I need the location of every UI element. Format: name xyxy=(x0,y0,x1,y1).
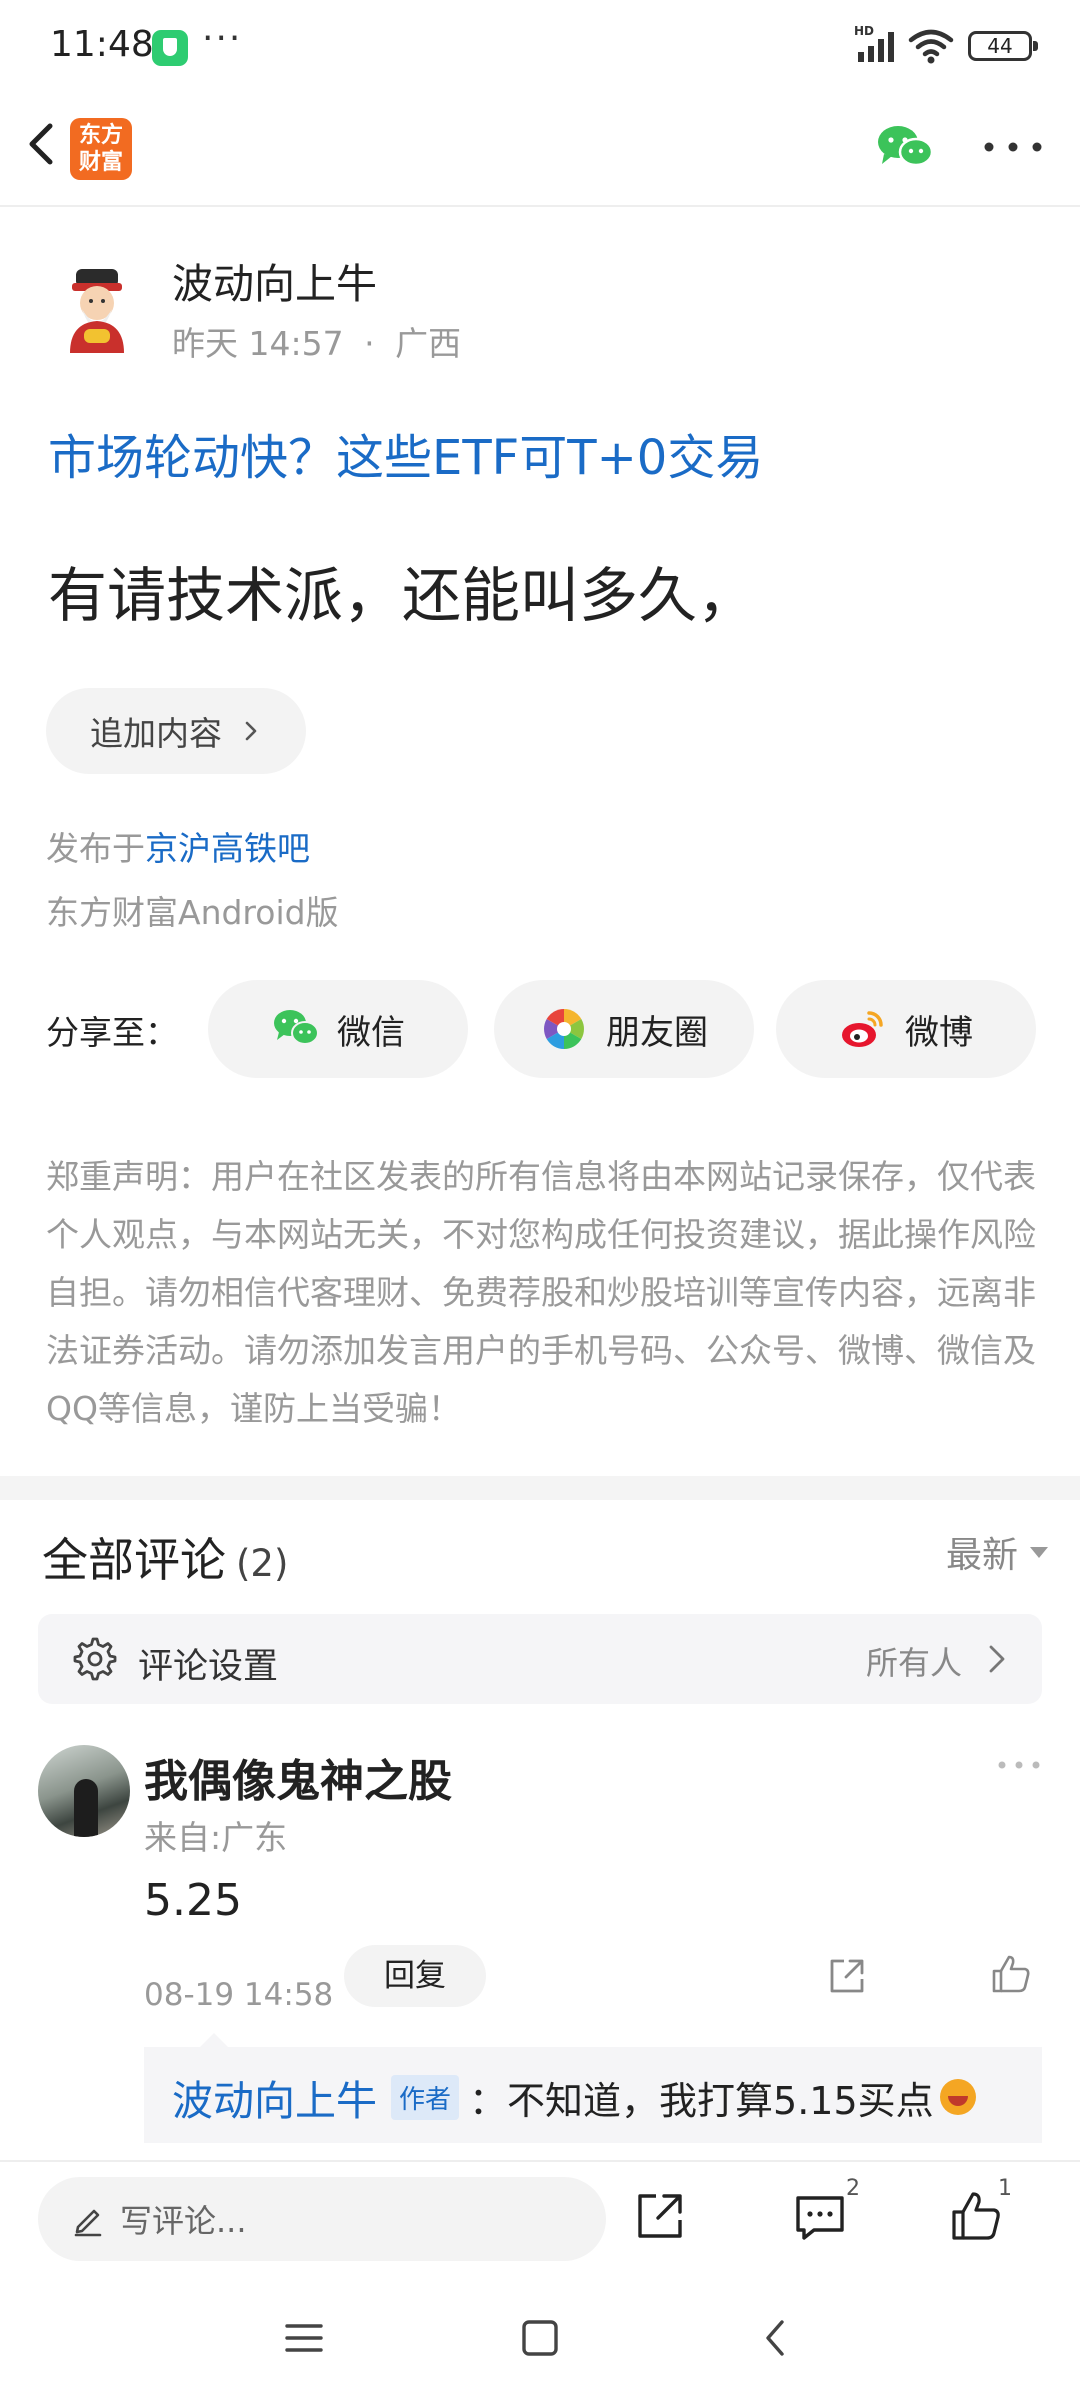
comment-icon[interactable] xyxy=(792,2188,848,2244)
status-more-indicator: ··· xyxy=(202,18,243,59)
chevron-right-icon xyxy=(245,721,257,741)
author-name[interactable]: 波动向上牛 xyxy=(172,250,377,310)
author-reply-line: 波动向上牛 作者 ：不知道，我打算5.15买点 xyxy=(172,2067,976,2127)
post-body-text: 有请技术派，还能叫多久， xyxy=(48,561,757,630)
append-content-button[interactable]: 追加内容 xyxy=(46,688,306,774)
author-avatar[interactable] xyxy=(56,265,138,355)
commenter-avatar[interactable] xyxy=(38,1745,130,1837)
weibo-icon xyxy=(842,1011,883,1047)
reply-button[interactable]: 回复 xyxy=(344,1945,486,2007)
like-count-badge: 1 xyxy=(998,2176,1012,2201)
comments-title-row: 全部评论 (2) xyxy=(42,1524,288,1590)
app-logo-line1: 东方 xyxy=(78,123,123,148)
share-moments-label: 朋友圈 xyxy=(606,1012,708,1053)
system-back-icon[interactable] xyxy=(756,2318,796,2358)
back-arrow-icon[interactable] xyxy=(14,114,74,174)
chevron-right-icon xyxy=(989,1645,1005,1673)
client-source: 东方财富Android版 xyxy=(46,893,339,932)
home-square-icon[interactable] xyxy=(520,2318,560,2358)
share-wechat-button[interactable]: 微信 xyxy=(208,980,468,1078)
comment-time: 08-19 14:58 xyxy=(144,1977,334,2013)
gear-icon xyxy=(73,1637,117,1681)
topic-link[interactable]: 市场轮动快？这些ETF可T+0交易 xyxy=(48,418,763,488)
share-label: 分享至： xyxy=(46,1013,178,1052)
post-author-header: 波动向上牛 昨天 14:57 · 广西 xyxy=(48,245,1048,375)
author-reply[interactable]: 波动向上牛 作者 ：不知道，我打算5.15买点 xyxy=(144,2033,1042,2143)
commenter-name[interactable]: 我偶像鬼神之股 xyxy=(144,1745,452,1809)
write-comment-input[interactable]: 写评论... xyxy=(38,2177,606,2261)
comment-settings-row[interactable]: 评论设置 所有人 xyxy=(38,1614,1042,1704)
system-navigation-bar xyxy=(0,2280,1080,2400)
sort-label: 最新 xyxy=(945,1535,1018,1576)
share-weibo-button[interactable]: 微博 xyxy=(776,980,1036,1078)
status-time: 11:48 xyxy=(50,24,154,65)
comment-settings-value: 所有人 xyxy=(865,1644,962,1682)
share-row: 分享至： 微信 朋友圈 微博 xyxy=(46,980,1046,1078)
comment-item: 我偶像鬼神之股 来自:广东 5.25 08-19 14:58 回复 波动向上牛 … xyxy=(38,1745,1042,2145)
post-time: 昨天 14:57 xyxy=(172,324,344,363)
comments-count: (2) xyxy=(236,1542,289,1585)
published-in-line: 发布于京沪高铁吧 xyxy=(46,822,310,870)
battery-indicator: 44 xyxy=(968,31,1038,61)
comment-more-icon[interactable] xyxy=(996,1759,1042,1771)
more-options-icon[interactable] xyxy=(980,132,1046,162)
reply-text: ：不知道，我打算5.15买点 xyxy=(469,2078,934,2123)
menu-icon[interactable] xyxy=(284,2318,324,2358)
write-comment-placeholder: 写评论... xyxy=(120,2202,247,2240)
bar-link[interactable]: 京沪高铁吧 xyxy=(145,829,310,868)
commenter-location: 来自:广东 xyxy=(144,1818,288,1857)
share-icon[interactable] xyxy=(632,2188,688,2244)
comments-title: 全部评论 xyxy=(42,1533,226,1587)
laughing-emoji-icon xyxy=(939,2079,976,2115)
reply-author-name[interactable]: 波动向上牛 xyxy=(172,2067,377,2127)
share-wechat-label: 微信 xyxy=(337,1012,405,1053)
wechat-share-icon[interactable] xyxy=(874,122,934,172)
security-shield-icon xyxy=(152,30,188,66)
bottom-action-bar: 写评论... 2 1 xyxy=(0,2160,1080,2280)
legal-disclaimer: 郑重声明：用户在社区发表的所有信息将由本网站记录保存，仅代表个人观点，与本网站无… xyxy=(46,1157,1036,1428)
pencil-icon xyxy=(74,2209,102,2237)
published-prefix: 发布于 xyxy=(46,829,145,868)
share-moments-button[interactable]: 朋友圈 xyxy=(494,980,754,1078)
dropdown-triangle-icon xyxy=(1030,1546,1048,1558)
moments-icon xyxy=(544,1009,584,1049)
wechat-icon xyxy=(274,1010,319,1045)
app-logo[interactable]: 东方 财富 xyxy=(70,118,132,180)
network-type-label: HD xyxy=(854,24,875,38)
comment-settings-label: 评论设置 xyxy=(138,1647,279,1687)
comments-header: 全部评论 (2) 最新 xyxy=(42,1520,1048,1587)
top-nav-bar: 东方 财富 xyxy=(0,92,1080,207)
thumbs-up-icon[interactable] xyxy=(988,1951,1034,1997)
post-location: 广西 xyxy=(395,324,462,363)
section-divider xyxy=(0,1476,1080,1500)
cell-signal-icon: HD xyxy=(854,24,894,62)
comment-sort-dropdown[interactable]: 最新 xyxy=(946,1526,1048,1578)
append-content-label: 追加内容 xyxy=(90,714,222,753)
comment-text: 5.25 xyxy=(144,1875,242,1926)
post-meta: 昨天 14:57 · 广西 xyxy=(172,317,461,365)
thumbs-up-icon[interactable] xyxy=(948,2188,1004,2244)
meta-separator: · xyxy=(364,324,375,363)
wifi-icon xyxy=(908,29,954,64)
author-badge: 作者 xyxy=(391,2074,460,2120)
comment-count-badge: 2 xyxy=(846,2176,860,2201)
share-icon[interactable] xyxy=(824,1953,870,1999)
status-bar: 11:48 ··· HD 44 xyxy=(0,0,1080,92)
app-logo-line2: 财富 xyxy=(78,150,123,175)
status-indicators: HD 44 xyxy=(854,24,1038,66)
share-weibo-label: 微博 xyxy=(905,1012,973,1053)
